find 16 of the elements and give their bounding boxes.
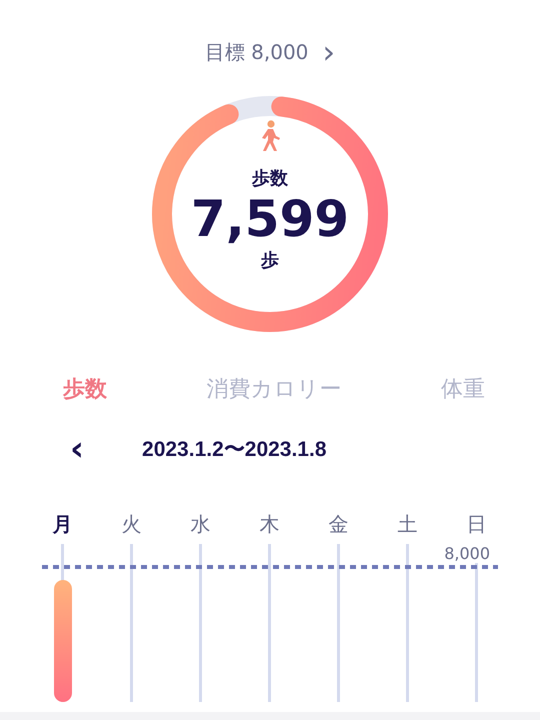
unit-label: 歩 xyxy=(261,249,279,272)
goal-label[interactable]: 目標 8,000 xyxy=(204,38,308,66)
steps-title: 歩数 xyxy=(252,167,288,190)
step-count: 7,599 xyxy=(190,190,350,248)
day-label[interactable]: 金 xyxy=(328,510,348,538)
date-range: 2023.1.2〜2023.1.8 xyxy=(142,437,327,463)
previous-button[interactable]: ‹ xyxy=(60,434,94,464)
chevron-icon[interactable]: › xyxy=(322,38,336,66)
goal-value: 8,000 xyxy=(444,544,490,563)
day-label[interactable]: 火 xyxy=(122,510,142,538)
day-label[interactable]: 日 xyxy=(466,510,486,538)
day-label[interactable]: 水 xyxy=(190,510,210,538)
day-label[interactable]: 木 xyxy=(260,510,280,538)
day-label[interactable]: 土 xyxy=(398,510,418,538)
tab[interactable]: 歩数 xyxy=(63,374,107,404)
day-label[interactable]: 月 xyxy=(52,510,72,538)
